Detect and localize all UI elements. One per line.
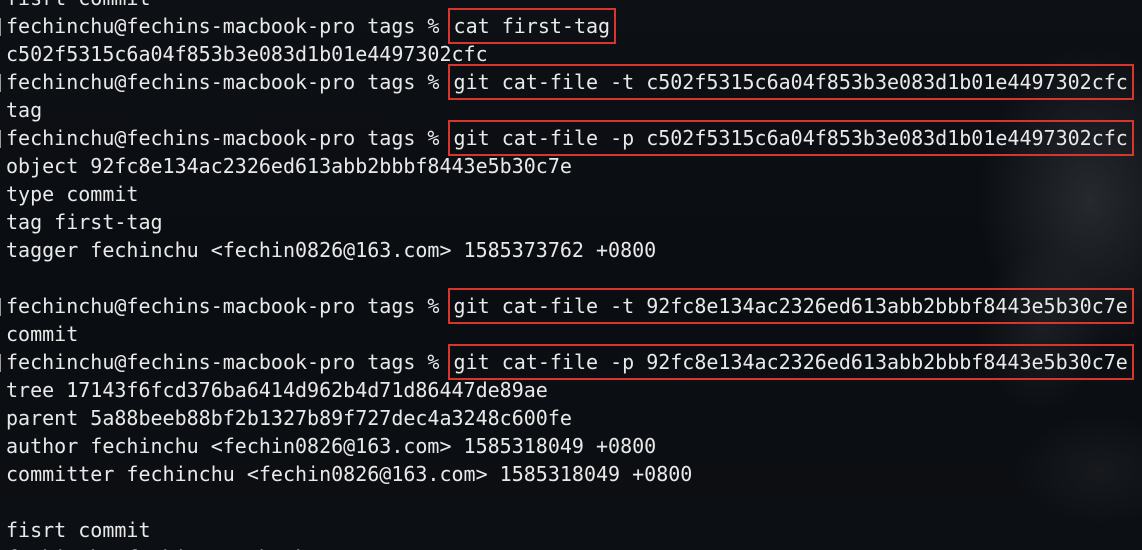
shell-prompt: fechinchu@fechins-macbook-pro tags % — [6, 70, 452, 94]
prompt-marker — [0, 18, 1, 36]
highlighted-command: git cat-file -p 92fc8e134ac2326ed613abb2… — [447, 344, 1134, 380]
prompt-line: fechinchu@fechins-macbook-pro tags % — [6, 544, 1142, 550]
prompt-line: fechinchu@fechins-macbook-pro tags % git… — [0, 64, 1142, 100]
shell-prompt: fechinchu@fechins-macbook-pro tags % — [6, 350, 452, 374]
highlighted-command: cat first-tag — [447, 8, 617, 44]
output-line: parent 5a88beeb88bf2b1327b89f727dec4a324… — [6, 406, 572, 430]
output-line: tagger fechinchu <fechin0826@163.com> 15… — [6, 238, 657, 262]
prompt-line: fechinchu@fechins-macbook-pro tags % git… — [0, 344, 1142, 380]
output-line: commit — [6, 322, 79, 346]
prompt-marker — [0, 74, 1, 92]
highlighted-command: git cat-file -t c502f5315c6a04f853b3e083… — [447, 64, 1134, 100]
shell-prompt: fechinchu@fechins-macbook-pro tags % — [6, 294, 452, 318]
output-line: fisrt commit — [6, 0, 1142, 12]
highlighted-command: git cat-file -t 92fc8e134ac2326ed613abb2… — [447, 288, 1134, 324]
output-line: committer fechinchu <fechin0826@163.com>… — [6, 462, 693, 486]
prompt-line: fechinchu@fechins-macbook-pro tags % cat… — [0, 8, 1142, 44]
shell-prompt: fechinchu@fechins-macbook-pro tags % — [6, 14, 452, 38]
output-line: type commit — [6, 182, 139, 206]
shell-prompt: fechinchu@fechins-macbook-pro tags % — [6, 126, 452, 150]
output-line: tag first-tag — [6, 210, 163, 234]
output-line: fisrt commit — [6, 518, 151, 542]
prompt-marker — [0, 354, 1, 372]
highlighted-command: git cat-file -p c502f5315c6a04f853b3e083… — [447, 120, 1134, 156]
prompt-line: fechinchu@fechins-macbook-pro tags % git… — [0, 120, 1142, 156]
output-line: object 92fc8e134ac2326ed613abb2bbbf8443e… — [6, 154, 572, 178]
terminal-window[interactable]: fisrt commitfechinchu@fechins-macbook-pr… — [0, 0, 1142, 550]
shell-prompt: fechinchu@fechins-macbook-pro tags % — [6, 546, 452, 550]
output-line: tree 17143f6fcd376ba6414d962b4d71d86447d… — [6, 378, 548, 402]
prompt-marker — [0, 298, 1, 316]
output-line: author fechinchu <fechin0826@163.com> 15… — [6, 434, 657, 458]
output-line: tag — [6, 98, 43, 122]
prompt-marker — [0, 130, 1, 148]
terminal-output: fisrt commitfechinchu@fechins-macbook-pr… — [0, 0, 1142, 550]
output-line: c502f5315c6a04f853b3e083d1b01e4497302cfc — [6, 42, 488, 66]
prompt-line: fechinchu@fechins-macbook-pro tags % git… — [0, 288, 1142, 324]
